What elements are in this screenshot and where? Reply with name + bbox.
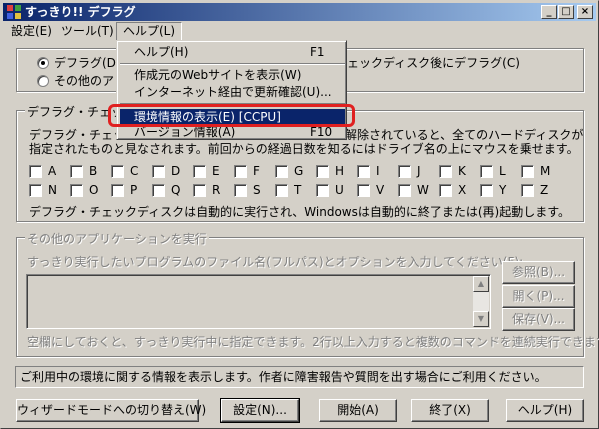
help-menu-item-label: ヘルプ(H) — [134, 45, 189, 59]
settings-button[interactable]: 設定(N)... — [220, 398, 300, 423]
drive-checkbox[interactable] — [234, 184, 247, 197]
drive-checkbox-label: V — [376, 183, 385, 197]
textarea-scrollbar[interactable]: ▲ ▼ — [473, 276, 489, 327]
wizard-mode-button[interactable]: ウィザードモードへの切り替え(W) — [16, 399, 206, 422]
drive-checkbox[interactable] — [111, 165, 124, 178]
drive-checkbox-label: U — [335, 183, 344, 197]
exit-button[interactable]: 終了(X) — [411, 399, 489, 422]
other-app-group-title: その他のアプリケーションを実行 — [25, 230, 209, 247]
drive-checkbox[interactable] — [29, 184, 42, 197]
drive-checkbox-label: Z — [540, 183, 549, 197]
drive-checkbox[interactable] — [316, 165, 329, 178]
drive-checkbox[interactable] — [521, 184, 534, 197]
menu-help[interactable]: ヘルプ(L) — [116, 22, 183, 41]
drive-checkbox[interactable] — [357, 184, 370, 197]
drive-checkbox[interactable] — [193, 184, 206, 197]
menu-separator — [120, 63, 345, 65]
defrag-radio-label: デフラグ(D) — [54, 56, 121, 70]
drive-checkbox[interactable] — [480, 165, 493, 178]
drive-checkbox[interactable] — [398, 165, 411, 178]
drive-checkbox[interactable] — [234, 165, 247, 178]
drive-checkbox[interactable] — [521, 165, 534, 178]
other-app-note: 空欄にしておくと、すっきり実行中に指定できます。2行以上入力すると複数のコマンド… — [27, 335, 599, 349]
defrag-radio[interactable] — [37, 57, 49, 69]
status-text: ご利用中の環境に関する情報を表示します。作者に障害報告や質問を出す場合にご利用く… — [20, 370, 547, 384]
drive-checkbox-label: G — [294, 164, 304, 178]
drive-checkbox-label: Y — [499, 183, 507, 197]
other-app-group: その他のアプリケーションを実行 すっきり実行したいプログラムのファイル名(フルパ… — [16, 230, 599, 357]
checkdisk-defrag-label: ェックディスク後にデフラグ(C) — [347, 56, 520, 70]
drive-checkbox[interactable] — [70, 165, 83, 178]
drive-checkbox-label: W — [417, 183, 429, 197]
help-menu-item-website[interactable]: 作成元のWebサイトを表示(W) — [120, 67, 345, 84]
title-bar[interactable]: すっきり!! デフラグ _ □ × — [3, 3, 596, 21]
help-menu-item-label: 作成元のWebサイトを表示(W) — [134, 68, 302, 82]
drive-checkbox[interactable] — [152, 184, 165, 197]
check-footer-text: デフラグ・チェックディスクは自動的に実行され、Windowsは自動的に終了または… — [29, 205, 571, 219]
drive-checkbox-label: L — [499, 164, 506, 178]
check-desc-line2: 指定されたものと見なされます。前回からの経過日数を知るにはドライブ名の上にマウス… — [29, 142, 579, 156]
check-desc-right: が解除されていると、全てのハードディスクが — [333, 128, 584, 142]
status-bar: ご利用中の環境に関する情報を表示します。作者に障害報告や質問を出す場合にご利用く… — [15, 366, 584, 388]
annotation-highlight-ring — [108, 104, 355, 127]
minimize-icon[interactable]: _ — [541, 5, 557, 19]
drive-checkbox-label: T — [294, 183, 302, 197]
drive-checkbox[interactable] — [29, 165, 42, 178]
help-menu-item-label: インターネット経由で更新確認(U)... — [134, 85, 332, 99]
drive-checkbox-label: I — [376, 164, 380, 178]
drive-checkbox[interactable] — [152, 165, 165, 178]
open-button[interactable]: 開く(P)... — [502, 285, 575, 308]
drive-checkbox[interactable] — [275, 184, 288, 197]
menu-settings[interactable]: 設定(E) — [5, 22, 58, 41]
drive-checkbox-label: X — [458, 183, 467, 197]
drive-checkbox-label: M — [540, 164, 551, 178]
drive-checkbox-label: F — [253, 164, 260, 178]
drive-checkbox[interactable] — [193, 165, 206, 178]
drive-checkbox-label: S — [253, 183, 261, 197]
maximize-icon[interactable]: □ — [558, 5, 574, 19]
browse-button[interactable]: 参照(B)... — [502, 261, 575, 284]
other-app-instruction: すっきり実行したいプログラムのファイル名(フルパス)とオプションを入力してくださ… — [27, 255, 524, 269]
start-button[interactable]: 開始(A) — [319, 399, 397, 422]
close-icon[interactable]: × — [577, 5, 593, 19]
drive-checkbox-label: O — [89, 183, 99, 197]
drive-checkbox-label: R — [212, 183, 221, 197]
scroll-down-icon[interactable]: ▼ — [473, 311, 489, 327]
drive-checkbox-label: C — [130, 164, 139, 178]
scroll-up-icon[interactable]: ▲ — [473, 276, 489, 292]
help-menu-item-help[interactable]: ヘルプ(H) F1 — [120, 44, 345, 61]
drive-checkbox[interactable] — [357, 165, 370, 178]
drive-checkbox[interactable] — [316, 184, 329, 197]
drive-checkbox-label: D — [171, 164, 181, 178]
drive-checkbox[interactable] — [480, 184, 493, 197]
help-menu-item-update[interactable]: インターネット経由で更新確認(U)... — [120, 84, 345, 101]
menu-bar: 設定(E) ツール(T) ヘルプ(L) — [3, 22, 596, 41]
drive-checkbox-label: B — [89, 164, 98, 178]
drive-checkbox-label: Q — [171, 183, 181, 197]
drive-checkbox[interactable] — [111, 184, 124, 197]
drive-checkbox[interactable] — [439, 184, 452, 197]
drive-checkbox-label: N — [48, 183, 57, 197]
help-menu-item-shortcut: F1 — [310, 45, 325, 59]
drive-checkbox-label: K — [458, 164, 466, 178]
other-app-radio-label: その他のア — [54, 74, 115, 88]
drive-checkbox[interactable] — [275, 165, 288, 178]
save-file-button[interactable]: 保存(V)... — [502, 308, 575, 331]
drive-checkbox-label: E — [212, 164, 220, 178]
drive-checkbox-label: H — [335, 164, 345, 178]
command-textarea[interactable]: ▲ ▼ — [26, 274, 491, 329]
main-window: すっきり!! デフラグ _ □ × 設定(E) ツール(T) ヘルプ(L) デフ… — [0, 0, 599, 429]
drive-checkbox[interactable] — [398, 184, 411, 197]
window-title: すっきり!! デフラグ — [25, 5, 136, 19]
help-button[interactable]: ヘルプ(H) — [506, 399, 584, 422]
drive-checkbox-label: A — [48, 164, 57, 178]
drive-checkbox[interactable] — [70, 184, 83, 197]
drive-checkbox[interactable] — [439, 165, 452, 178]
drive-checkbox-label: P — [130, 183, 138, 197]
menu-tools[interactable]: ツール(T) — [55, 22, 120, 41]
drive-checkbox-label: J — [417, 164, 421, 178]
app-icon — [7, 5, 21, 19]
other-app-radio[interactable] — [37, 75, 49, 87]
